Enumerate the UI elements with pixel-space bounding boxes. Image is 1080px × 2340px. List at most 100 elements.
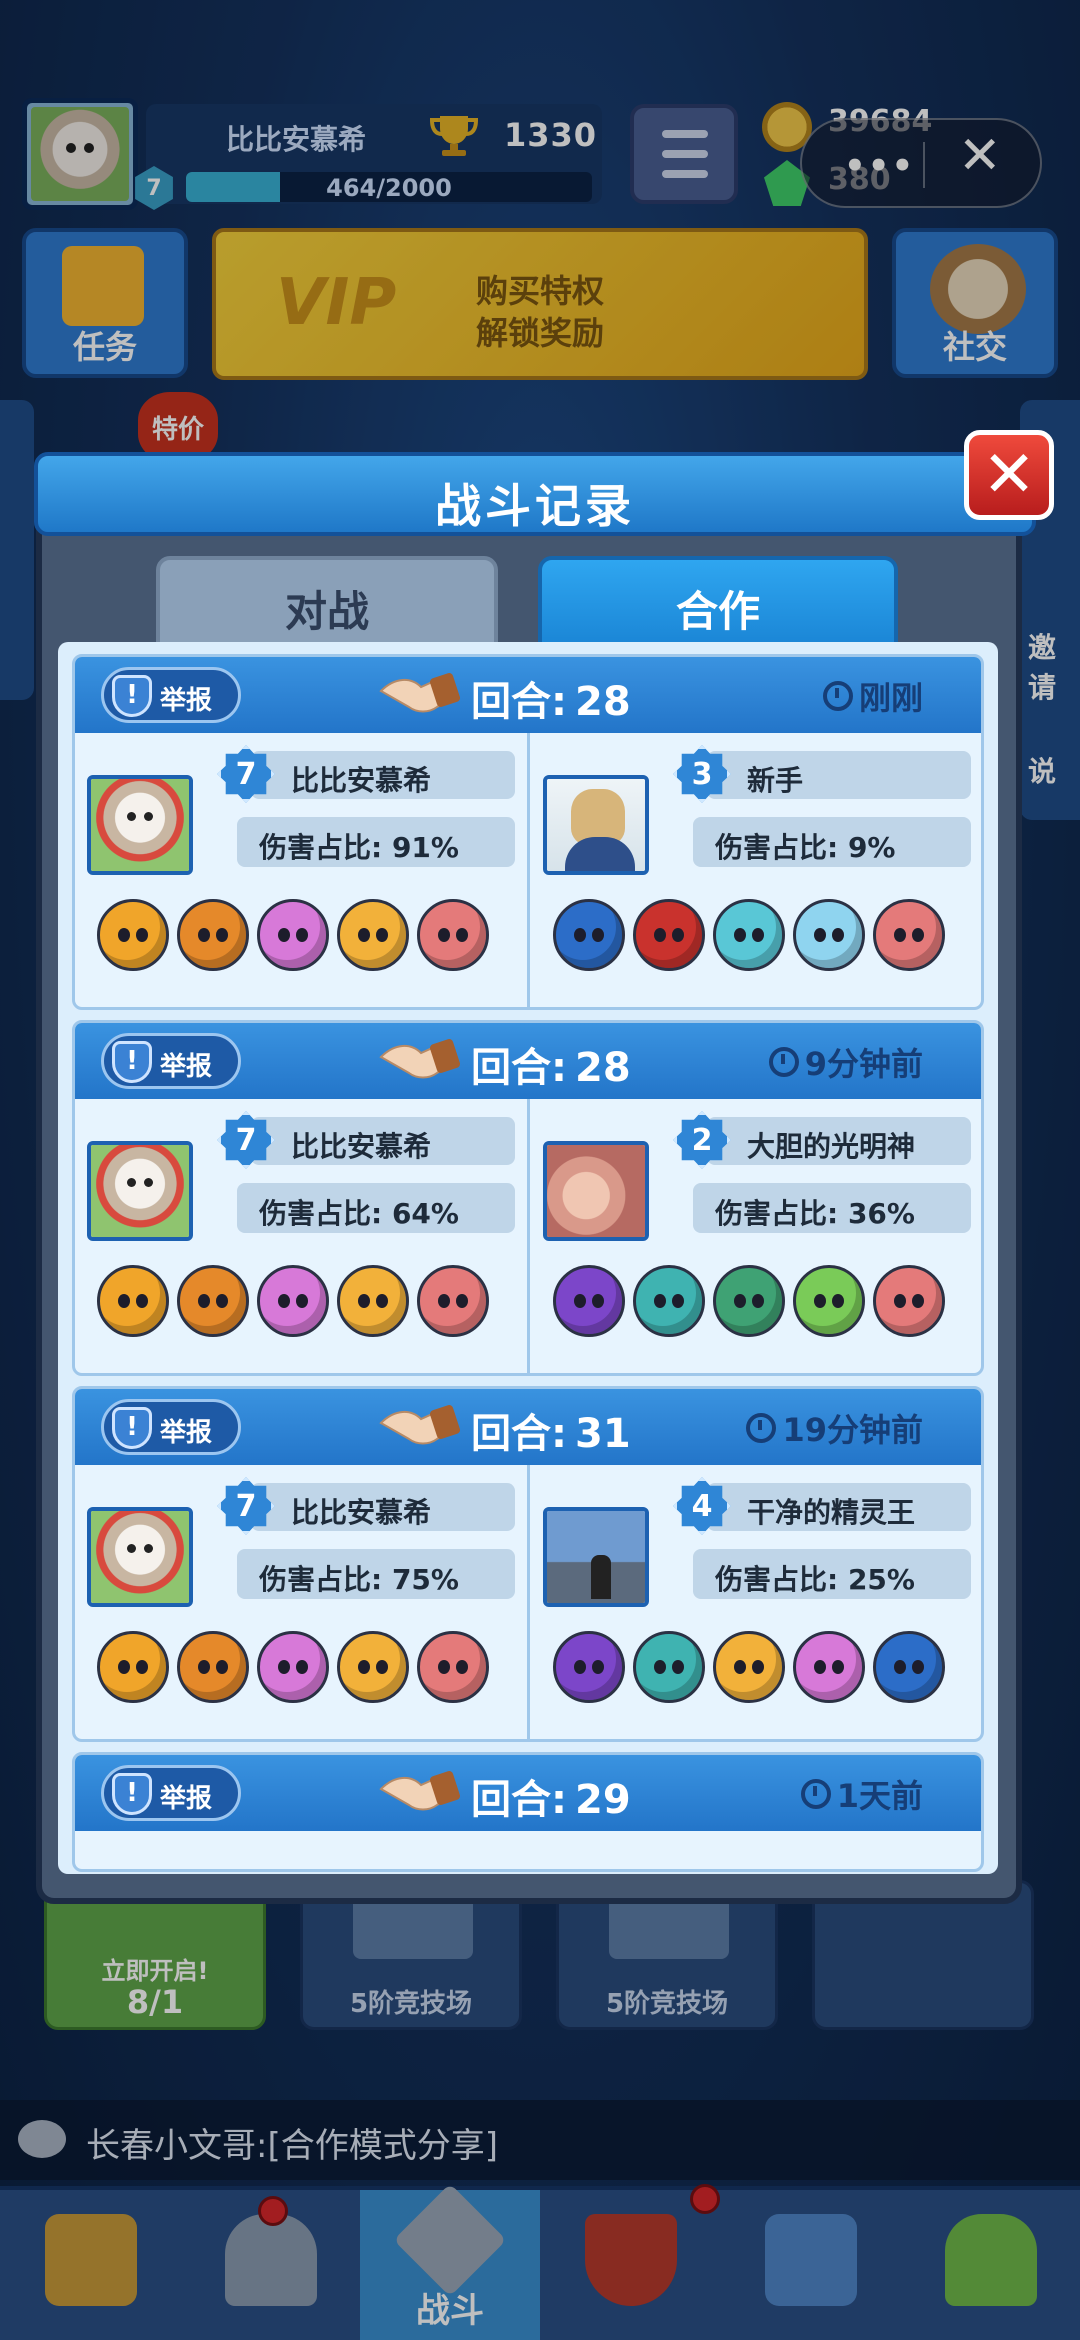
player-name-bar: 比比安慕希 [251, 1117, 515, 1165]
record-header: ! 举报 回合: 29 1天前 [75, 1755, 981, 1831]
round-label: 回合: [471, 1411, 567, 1457]
damage-share-bar: 伤害占比: 91% [237, 817, 515, 867]
hero-icon[interactable] [257, 1265, 329, 1337]
damage-share-bar: 伤害占比: 36% [693, 1183, 971, 1233]
report-label: 举报 [160, 1418, 213, 1448]
tab-battle[interactable]: 对战 [156, 556, 498, 648]
hero-icon[interactable] [713, 899, 785, 971]
player-divider [527, 1465, 530, 1739]
player-avatar[interactable] [543, 1141, 649, 1241]
report-label: 举报 [160, 1052, 213, 1082]
battle-record: ! 举报 回合: 28 刚刚 比比安慕希 7 伤害占比: 91% 新手 3 伤害… [72, 654, 984, 1010]
hero-icon[interactable] [633, 1265, 705, 1337]
report-label: 举报 [160, 1784, 213, 1814]
clock-icon [768, 1047, 799, 1077]
hero-lineup [553, 1631, 973, 1703]
damage-value: 75% [391, 1563, 459, 1596]
round-label: 回合: [471, 679, 567, 725]
modal-close-button[interactable]: ✕ [964, 430, 1054, 520]
round-info: 回合: 28 [471, 669, 631, 727]
player-name: 比比安慕希 [291, 1496, 432, 1529]
handshake-icon [379, 673, 461, 713]
damage-value: 36% [847, 1197, 915, 1230]
clock-icon [800, 1779, 831, 1809]
hero-icon[interactable] [633, 1631, 705, 1703]
damage-label: 伤害占比: [715, 1563, 839, 1596]
damage-share: 伤害占比: 9% [715, 826, 896, 866]
cat-avatar [91, 779, 189, 871]
hero-icon[interactable] [633, 899, 705, 971]
hero-lineup [553, 1265, 973, 1337]
round-info: 回合: 31 [471, 1401, 631, 1459]
clock-icon [746, 1413, 777, 1443]
hero-icon[interactable] [873, 1265, 945, 1337]
hero-icon[interactable] [553, 1265, 625, 1337]
record-time: 刚刚 [822, 673, 923, 719]
shield-icon: ! [112, 1407, 152, 1449]
report-button[interactable]: ! 举报 [101, 1033, 241, 1089]
record-list[interactable]: ! 举报 回合: 28 刚刚 比比安慕希 7 伤害占比: 91% 新手 3 伤害… [58, 642, 998, 1874]
report-button[interactable]: ! 举报 [101, 1399, 241, 1455]
player-right: 干净的精灵王 4 伤害占比: 25% [531, 1465, 981, 1739]
damage-share: 伤害占比: 75% [259, 1558, 459, 1598]
record-time-text: 1天前 [836, 1777, 923, 1815]
hero-icon[interactable] [337, 1631, 409, 1703]
hero-icon[interactable] [97, 1631, 169, 1703]
player-avatar[interactable] [87, 775, 193, 875]
player-avatar[interactable] [87, 1141, 193, 1241]
player-divider [527, 733, 530, 1007]
report-label: 举报 [160, 686, 213, 716]
round-info: 回合: 29 [471, 1767, 631, 1825]
tab-coop[interactable]: 合作 [538, 556, 898, 648]
damage-share: 伤害占比: 91% [259, 826, 459, 866]
hero-icon[interactable] [873, 899, 945, 971]
hero-icon[interactable] [97, 1265, 169, 1337]
hero-icon[interactable] [177, 899, 249, 971]
player-avatar[interactable] [543, 1507, 649, 1607]
round-number: 28 [575, 679, 631, 725]
player-name-bar: 比比安慕希 [251, 1483, 515, 1531]
damage-label: 伤害占比: [259, 1197, 383, 1230]
hero-icon[interactable] [417, 1265, 489, 1337]
player-right: 大胆的光明神 2 伤害占比: 36% [531, 1099, 981, 1373]
hero-icon[interactable] [337, 1265, 409, 1337]
report-button[interactable]: ! 举报 [101, 667, 241, 723]
round-info: 回合: 28 [471, 1035, 631, 1093]
hero-icon[interactable] [177, 1631, 249, 1703]
round-number: 29 [575, 1777, 631, 1823]
damage-label: 伤害占比: [715, 1197, 839, 1230]
hero-icon[interactable] [793, 1631, 865, 1703]
report-button[interactable]: ! 举报 [101, 1765, 241, 1821]
damage-value: 91% [391, 831, 459, 864]
hero-icon[interactable] [417, 899, 489, 971]
hero-icon[interactable] [257, 899, 329, 971]
battle-record: ! 举报 回合: 29 1天前 [72, 1752, 984, 1872]
hero-icon[interactable] [177, 1265, 249, 1337]
hero-icon[interactable] [793, 899, 865, 971]
hero-icon[interactable] [257, 1631, 329, 1703]
hero-icon[interactable] [713, 1631, 785, 1703]
hero-icon[interactable] [97, 899, 169, 971]
anime-avatar [547, 779, 645, 871]
player-avatar[interactable] [87, 1507, 193, 1607]
damage-share-bar: 伤害占比: 25% [693, 1549, 971, 1599]
damage-share: 伤害占比: 25% [715, 1558, 915, 1598]
hero-icon[interactable] [873, 1631, 945, 1703]
record-time: 19分钟前 [746, 1405, 923, 1451]
hero-icon[interactable] [417, 1631, 489, 1703]
player-divider [527, 1099, 530, 1373]
record-time-text: 19分钟前 [782, 1411, 923, 1449]
player-name: 干净的精灵王 [747, 1496, 916, 1529]
hero-icon[interactable] [337, 899, 409, 971]
record-header: ! 举报 回合: 31 19分钟前 [75, 1389, 981, 1465]
hero-icon[interactable] [793, 1265, 865, 1337]
hero-icon[interactable] [553, 1631, 625, 1703]
hero-lineup [97, 1265, 517, 1337]
handshake-icon [379, 1039, 461, 1079]
player-avatar[interactable] [543, 775, 649, 875]
hands-avatar [547, 1145, 645, 1237]
hero-lineup [97, 899, 517, 971]
hero-icon[interactable] [713, 1265, 785, 1337]
hero-icon[interactable] [553, 899, 625, 971]
handshake-icon [379, 1405, 461, 1445]
